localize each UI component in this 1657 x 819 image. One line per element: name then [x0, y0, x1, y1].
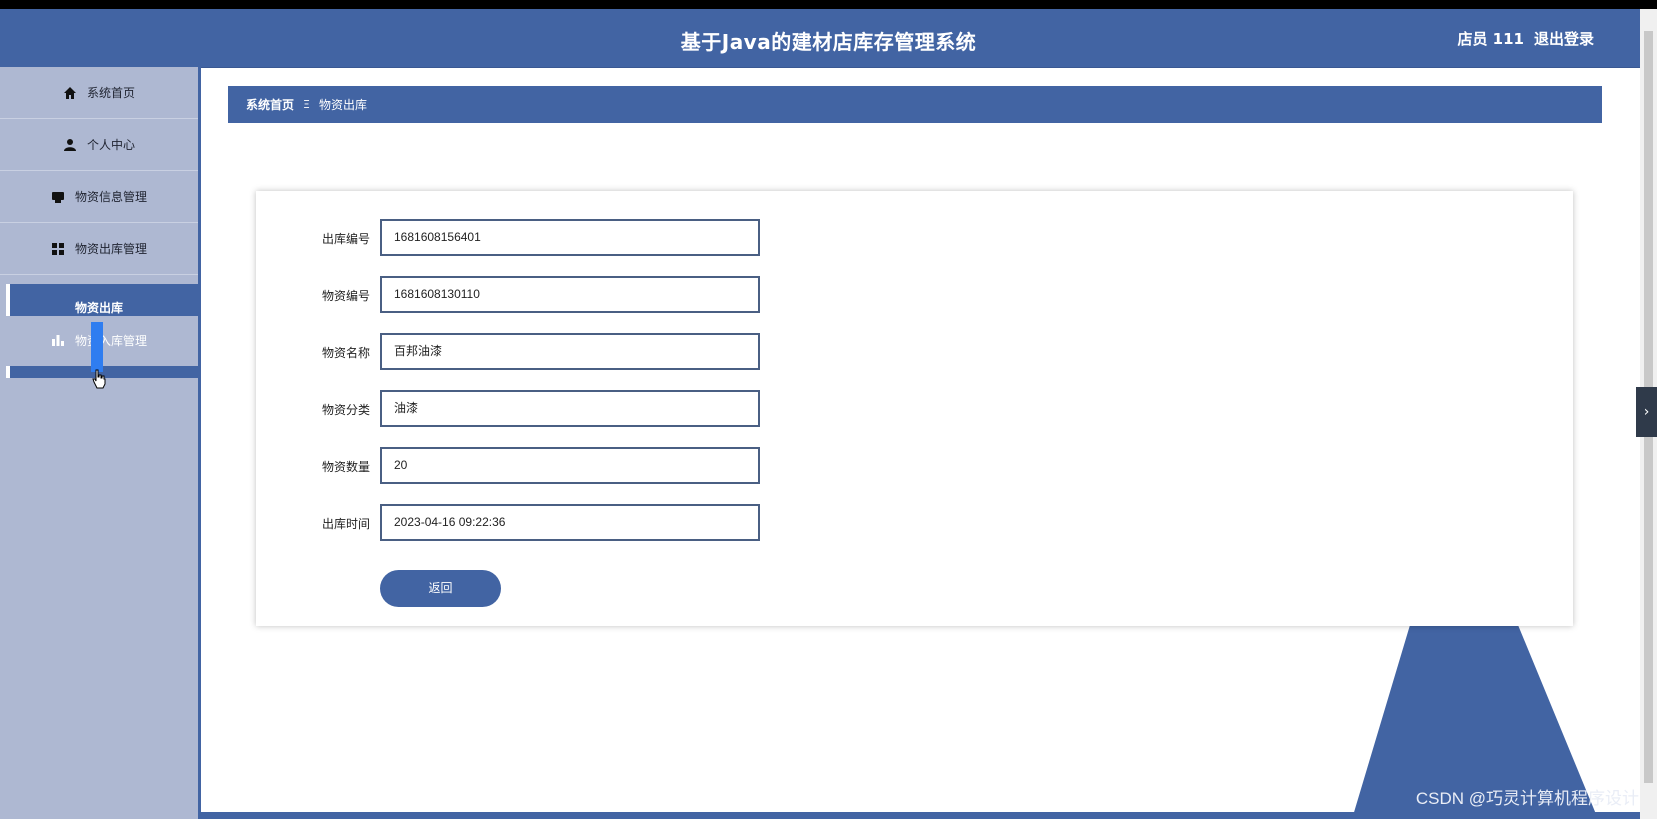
watermark: CSDN @巧灵计算机程序设计 [1415, 789, 1639, 808]
box-icon [51, 190, 65, 204]
material-category-field[interactable]: 油漆 [380, 390, 760, 427]
grid-icon [51, 242, 65, 256]
form-row-quantity: 物资数量 20 [256, 447, 1056, 484]
sidebar-item-label: 系统首页 [86, 86, 135, 100]
form-row-material-category: 物资分类 油漆 [256, 390, 1056, 427]
sidebar-item-label: 个人中心 [86, 138, 135, 152]
material-id-field[interactable]: 1681608130110 [380, 276, 760, 313]
home-icon [63, 86, 77, 100]
sidebar-item-label: 物资出库管理 [74, 242, 147, 256]
sidebar-item-label: 物资信息管理 [74, 190, 147, 204]
app-window: 基于Java的建材店库存管理系统 店员 111 退出登录 系统首页 个人中心 物… [0, 9, 1657, 819]
side-panel-toggle[interactable]: › [1636, 387, 1657, 437]
material-name-field[interactable]: 百邦油漆 [380, 333, 760, 370]
user-icon [63, 138, 77, 152]
top-header: 基于Java的建材店库存管理系统 店员 111 退出登录 [0, 9, 1640, 68]
breadcrumb-home[interactable]: 系统首页 [246, 96, 294, 113]
back-button[interactable]: 返回 [380, 570, 501, 607]
breadcrumb-current: 物资出库 [318, 98, 367, 112]
breadcrumb: 系统首页 Ξ 物资出库 [228, 86, 1602, 123]
user-name[interactable]: 店员 111 [1457, 28, 1524, 49]
sidebar-item-profile[interactable]: 个人中心 [0, 119, 198, 171]
outbound-id-field[interactable]: 1681608156401 [380, 219, 760, 256]
breadcrumb-separator: Ξ [303, 98, 310, 111]
logout-button[interactable]: 退出登录 [1534, 28, 1594, 49]
field-label: 物资分类 [321, 403, 370, 417]
sidebar-item-material-info[interactable]: 物资信息管理 [0, 171, 198, 223]
detail-form-card: 出库编号 1681608156401 物资编号 1681608130110 物资… [256, 191, 1573, 626]
outbound-time-field[interactable]: 2023-04-16 09:22:36 [380, 504, 760, 541]
hover-highlight [91, 322, 103, 372]
bar-chart-icon [51, 333, 65, 347]
app-title: 基于Java的建材店库存管理系统 [680, 30, 977, 54]
form-row-material-id: 物资编号 1681608130110 [256, 276, 1056, 313]
sidebar-item-home[interactable]: 系统首页 [0, 67, 198, 119]
form-row-outbound-id: 出库编号 1681608156401 [256, 219, 1056, 256]
sidebar-subitem-outbound[interactable]: 物资出库 [6, 284, 198, 316]
field-label: 物资编号 [321, 289, 370, 303]
form-row-outbound-time: 出库时间 2023-04-16 09:22:36 [256, 504, 1056, 541]
field-label: 物资名称 [321, 346, 370, 360]
sidebar-item-label: 物资入库管理 [74, 333, 147, 348]
form-row-material-name: 物资名称 百邦油漆 [256, 333, 1056, 370]
field-label: 出库时间 [321, 517, 370, 531]
quantity-field[interactable]: 20 [380, 447, 760, 484]
user-area: 店员 111 退出登录 [1457, 28, 1594, 49]
sidebar-item-outbound[interactable]: 物资出库管理 [0, 223, 198, 275]
hand-cursor-icon [92, 369, 106, 389]
footer-bar [198, 812, 1640, 819]
field-label: 物资数量 [321, 460, 370, 474]
sidebar: 系统首页 个人中心 物资信息管理 物资出库管理 物资出库 物资入库管理 [0, 67, 201, 819]
field-label: 出库编号 [321, 232, 370, 246]
